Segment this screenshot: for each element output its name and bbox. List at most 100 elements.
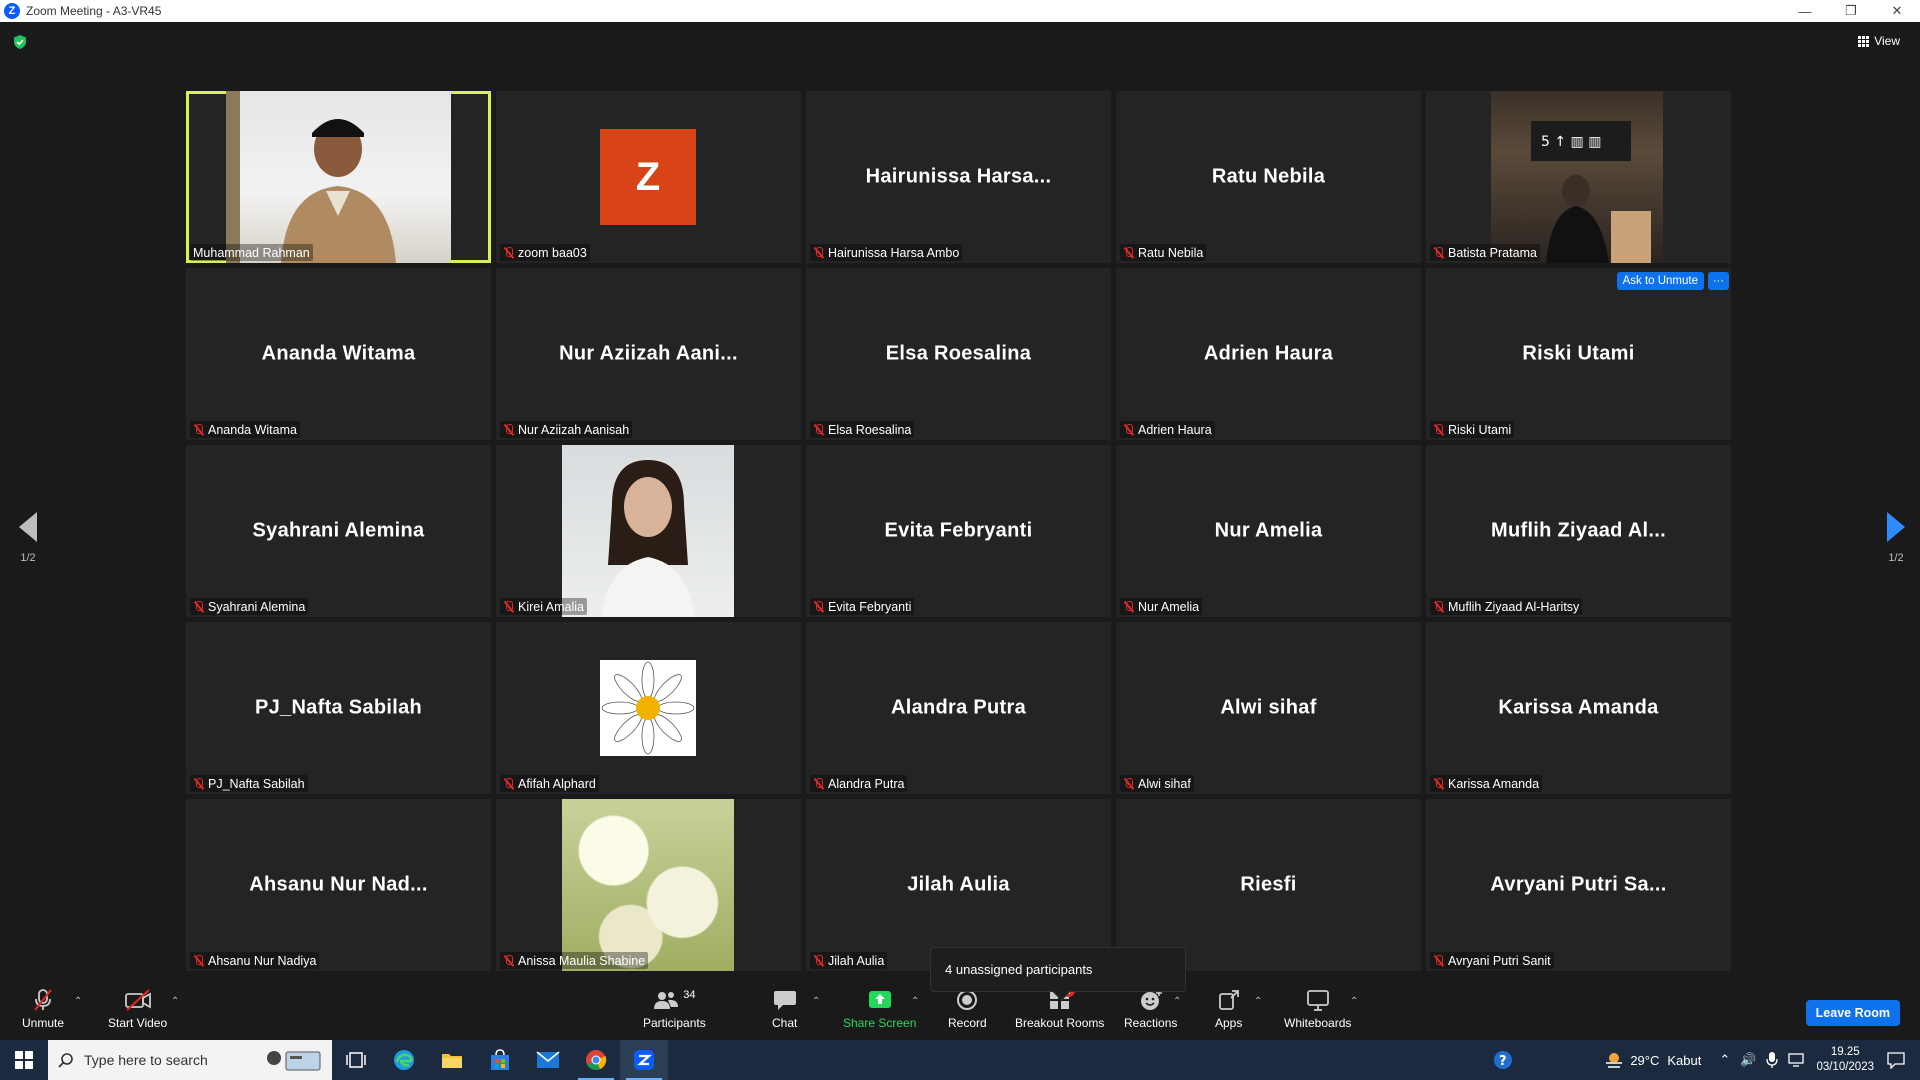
participants-button[interactable]: 34 Participants <box>643 988 706 1030</box>
participant-display-name: Evita Febryanti <box>884 519 1033 542</box>
apps-button[interactable]: Apps <box>1215 988 1242 1030</box>
participant-tile[interactable]: Ananda Witama Ananda Witama <box>186 268 491 440</box>
apps-icon <box>1218 990 1239 1010</box>
view-button[interactable]: View <box>1858 34 1900 48</box>
participant-tile[interactable]: Karissa Amanda Karissa Amanda <box>1426 622 1731 794</box>
mic-muted-icon <box>813 954 825 967</box>
task-view-button[interactable] <box>332 1040 380 1080</box>
zoom-logo-icon: Z <box>4 3 20 19</box>
restore-button[interactable]: ❐ <box>1828 0 1874 22</box>
taskbar-search-box[interactable]: Type here to search <box>48 1040 332 1080</box>
show-hidden-icons-chevron-icon[interactable]: ⌃ <box>1719 1052 1730 1068</box>
mic-muted-icon <box>193 777 205 790</box>
close-button[interactable]: ✕ <box>1874 0 1920 22</box>
share-screen-button[interactable]: Share Screen <box>843 988 916 1030</box>
start-button[interactable] <box>0 1040 48 1080</box>
leave-room-button[interactable]: Leave Room <box>1805 1000 1900 1026</box>
participant-tile[interactable]: 5 ↑ ▥ ▥ Batista Pratama <box>1426 91 1731 263</box>
participant-name-label: Avryani Putri Sanit <box>1430 952 1554 969</box>
chrome-icon <box>586 1050 607 1070</box>
whiteboards-options-caret[interactable]: ⌃ <box>1350 996 1358 1007</box>
mic-muted-icon <box>1433 777 1445 790</box>
taskbar-store[interactable] <box>476 1040 524 1080</box>
volume-icon[interactable]: 🔊 <box>1740 1052 1756 1068</box>
taskbar-edge[interactable] <box>380 1040 428 1080</box>
participant-tile[interactable]: Muflih Ziyaad Al... Muflih Ziyaad Al-Har… <box>1426 445 1731 617</box>
taskbar-zoom[interactable] <box>620 1040 668 1080</box>
participant-avatar <box>600 660 696 756</box>
mic-muted-icon <box>193 600 205 613</box>
video-options-caret[interactable]: ⌃ <box>171 996 179 1007</box>
participant-name-label: PJ_Nafta Sabilah <box>190 775 308 792</box>
participant-tile[interactable]: Jilah Aulia Jilah Aulia <box>806 799 1111 971</box>
participant-tile[interactable]: Nur Aziizah Aani... Nur Aziizah Aanisah <box>496 268 801 440</box>
share-options-caret[interactable]: ⌃ <box>911 996 919 1007</box>
chat-label: Chat <box>772 1016 798 1030</box>
share-screen-icon <box>868 991 891 1008</box>
apps-label: Apps <box>1215 1016 1243 1030</box>
network-icon[interactable] <box>1788 1053 1805 1067</box>
apps-options-caret[interactable]: ⌃ <box>1254 996 1262 1007</box>
svg-text:?: ? <box>1499 1054 1507 1069</box>
participant-name-label: Syahrani Alemina <box>190 598 309 615</box>
participant-tile[interactable]: Riesfi <box>1116 799 1421 971</box>
participant-name-label: Adrien Haura <box>1120 421 1215 438</box>
mic-muted-icon <box>1433 246 1445 259</box>
chat-options-caret[interactable]: ⌃ <box>812 996 820 1007</box>
participant-tile[interactable]: Ahsanu Nur Nad... Ahsanu Nur Nadiya <box>186 799 491 971</box>
microphone-tray-icon[interactable] <box>1766 1052 1779 1068</box>
whiteboards-button[interactable]: Whiteboards <box>1284 988 1351 1030</box>
participant-tile[interactable]: Alandra Putra Alandra Putra <box>806 622 1111 794</box>
unmute-button[interactable]: Unmute <box>22 988 64 1030</box>
page-indicator-left: 1/2 <box>20 552 36 564</box>
participant-tile[interactable]: Evita Febryanti Evita Febryanti <box>806 445 1111 617</box>
taskbar-chrome[interactable] <box>572 1040 620 1080</box>
start-video-button[interactable]: Start Video <box>108 988 167 1030</box>
previous-page-button[interactable]: 1/2 <box>8 512 48 592</box>
reactions-button[interactable]: Reactions <box>1124 988 1177 1030</box>
participant-display-name: Adrien Haura <box>1203 342 1334 365</box>
participant-name-label: Elsa Roesalina <box>810 421 915 438</box>
weather-temperature[interactable]: 29°C <box>1630 1053 1659 1068</box>
notifications-icon[interactable] <box>1886 1051 1906 1069</box>
participant-tile[interactable]: Afifah Alphard <box>496 622 801 794</box>
participant-tile[interactable]: Ask to Unmute ··· Riski Utami Riski Utam… <box>1426 268 1731 440</box>
participant-tile[interactable]: Anissa Maulia Shabine <box>496 799 801 971</box>
next-page-button[interactable]: 1/2 <box>1876 512 1916 592</box>
shield-icon[interactable] <box>12 34 28 50</box>
participant-tile[interactable]: Z zoom baa03 <box>496 91 801 263</box>
chat-button[interactable]: Chat <box>772 988 797 1030</box>
mic-muted-icon <box>1123 777 1135 790</box>
taskbar-file-explorer[interactable] <box>428 1040 476 1080</box>
view-label: View <box>1874 34 1900 48</box>
mic-muted-icon <box>813 777 825 790</box>
participant-tile[interactable]: Nur Amelia Nur Amelia <box>1116 445 1421 617</box>
participant-tile[interactable]: Alwi sihaf Alwi sihaf <box>1116 622 1421 794</box>
weather-description[interactable]: Kabut <box>1667 1053 1701 1068</box>
ask-to-unmute-button[interactable]: Ask to Unmute <box>1616 272 1704 290</box>
participant-tile[interactable]: Hairunissa Harsa... Hairunissa Harsa Amb… <box>806 91 1111 263</box>
participant-display-name: PJ_Nafta Sabilah <box>254 696 423 719</box>
participant-display-name: Ananda Witama <box>261 342 416 365</box>
participant-display-name: Riski Utami <box>1522 342 1635 365</box>
record-button[interactable]: Record <box>948 988 987 1030</box>
help-icon[interactable]: ? <box>1492 1049 1514 1071</box>
record-label: Record <box>948 1016 987 1030</box>
participant-tile[interactable]: Ratu Nebila Ratu Nebila <box>1116 91 1421 263</box>
more-options-button[interactable]: ··· <box>1708 272 1729 290</box>
taskbar-mail[interactable] <box>524 1040 572 1080</box>
participant-tile[interactable]: Muhammad Rahman <box>186 91 491 263</box>
participant-tile[interactable]: Syahrani Alemina Syahrani Alemina <box>186 445 491 617</box>
microphone-muted-icon <box>34 989 52 1011</box>
weather-icon[interactable] <box>1604 1050 1624 1070</box>
participant-tile[interactable]: Avryani Putri Sa... Avryani Putri Sanit <box>1426 799 1731 971</box>
participant-tile[interactable]: Kirei Amalia <box>496 445 801 617</box>
taskbar-clock[interactable]: 19.25 03/10/2023 <box>1816 1045 1874 1075</box>
audio-options-caret[interactable]: ⌃ <box>74 996 82 1007</box>
search-highlight-icon <box>260 1046 324 1074</box>
participant-tile[interactable]: Elsa Roesalina Elsa Roesalina <box>806 268 1111 440</box>
reactions-options-caret[interactable]: ⌃ <box>1173 996 1181 1007</box>
participant-tile[interactable]: Adrien Haura Adrien Haura <box>1116 268 1421 440</box>
participant-tile[interactable]: PJ_Nafta Sabilah PJ_Nafta Sabilah <box>186 622 491 794</box>
minimize-button[interactable]: — <box>1782 0 1828 22</box>
